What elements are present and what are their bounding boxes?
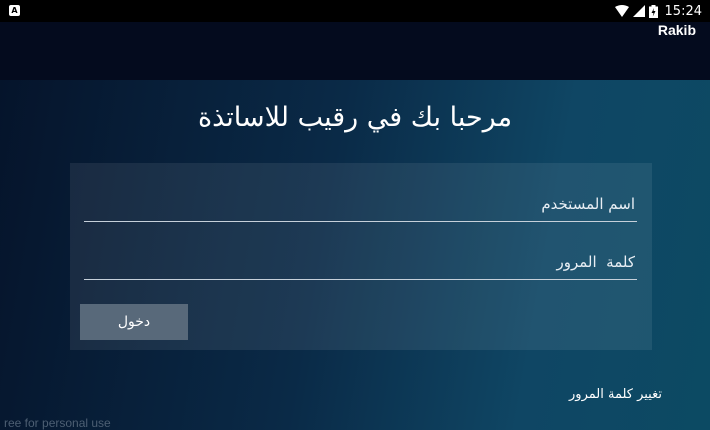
welcome-heading: مرحبا بك في رقيب للاساتذة [197, 102, 513, 133]
signal-icon [632, 5, 645, 17]
change-password-link[interactable]: تغيير كلمة المرور [569, 387, 662, 402]
app-title: Rakib [657, 22, 696, 38]
notification-icon: A [9, 5, 20, 16]
clock: 15:24 [664, 3, 702, 19]
battery-icon [648, 4, 658, 18]
status-icons: 15:24 [614, 0, 702, 22]
login-screen: مرحبا بك في رقيب للاساتذة دخول تغيير كلم… [0, 80, 710, 430]
login-button[interactable]: دخول [80, 304, 188, 340]
password-field-wrapper [84, 245, 637, 280]
watermark: ree for personal use [4, 416, 111, 430]
wifi-icon [614, 5, 629, 17]
username-input[interactable] [84, 187, 637, 221]
password-input[interactable] [84, 245, 637, 279]
login-card: دخول [70, 163, 652, 350]
username-field-wrapper [84, 187, 637, 222]
app-bar: Rakib [0, 22, 710, 80]
status-bar: A 15:24 [0, 0, 710, 22]
